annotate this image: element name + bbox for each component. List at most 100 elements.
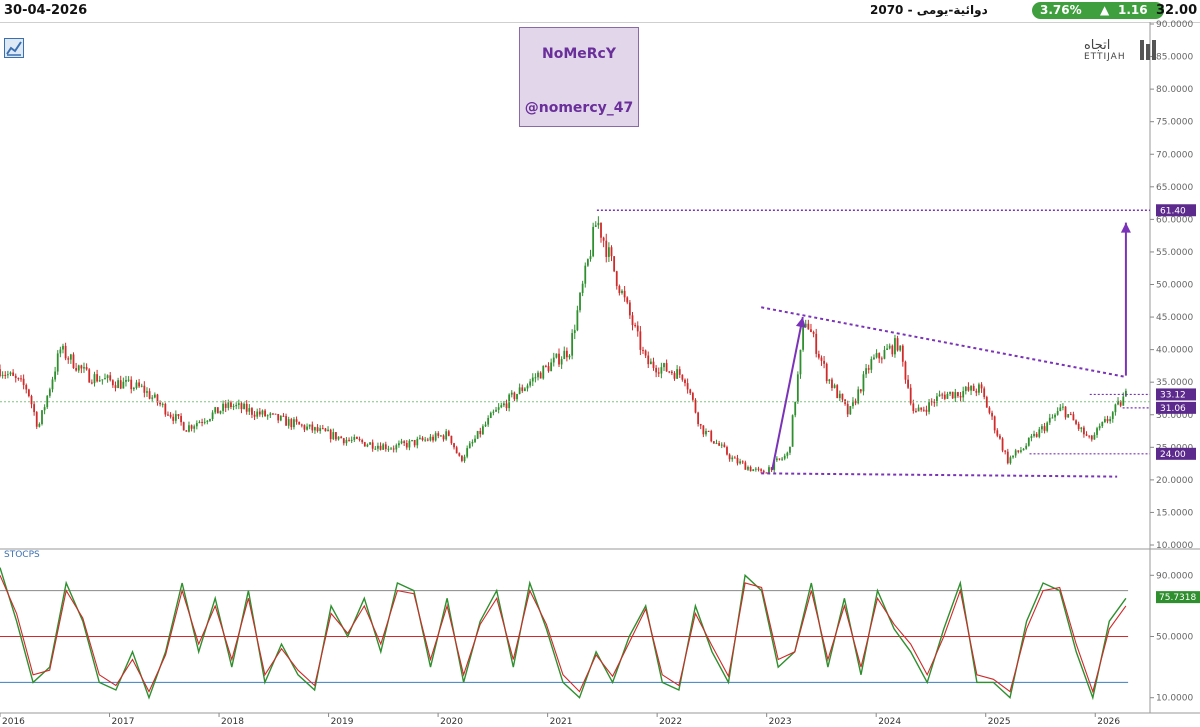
candle-body: [862, 374, 865, 392]
candle-body: [361, 440, 364, 443]
x-tick-label: 2021: [550, 717, 573, 727]
candle-body: [778, 458, 781, 460]
candle-body: [1085, 434, 1088, 436]
candle-body: [64, 345, 67, 359]
candle-body: [151, 397, 154, 399]
candle-body: [867, 368, 870, 370]
candle-body: [253, 414, 256, 417]
candle-body: [67, 358, 70, 360]
candle-body: [757, 468, 760, 470]
candle-body: [321, 428, 324, 430]
candle-body: [269, 413, 272, 416]
candle-body: [416, 438, 419, 446]
candle-body: [1096, 428, 1098, 435]
candle-body: [849, 406, 852, 415]
candle-body: [62, 345, 64, 350]
candle-body: [859, 389, 862, 392]
candle-body: [967, 386, 970, 391]
candle-body: [282, 415, 285, 417]
candle-body: [198, 421, 201, 424]
candle-body: [458, 453, 461, 456]
candle-body: [736, 457, 739, 464]
candle-body: [88, 369, 91, 383]
y-tick-label: 90.0000: [1156, 20, 1193, 30]
candle-body: [369, 442, 371, 445]
candle-body: [363, 442, 366, 447]
candle-body: [838, 393, 841, 399]
candle-body: [135, 382, 138, 388]
candle-body: [38, 423, 41, 427]
candle-body: [657, 372, 660, 374]
candle-body: [272, 413, 274, 415]
candle-body: [4, 374, 7, 376]
candle-body: [495, 409, 497, 412]
candle-body: [216, 407, 219, 414]
candle-body: [552, 357, 555, 363]
candle-body: [1069, 414, 1072, 416]
candle-body: [573, 330, 576, 334]
candle-body: [1048, 417, 1051, 423]
stoch-y-tick-label: 50.0000: [1156, 633, 1193, 643]
candle-body: [1104, 419, 1106, 423]
candle-body: [117, 380, 120, 389]
candle-body: [1027, 437, 1030, 446]
candle-body: [132, 387, 135, 390]
candle-body: [707, 430, 710, 432]
candle-body: [111, 380, 114, 386]
candle-body: [623, 290, 626, 298]
candle-body: [314, 427, 316, 431]
candle-body: [0, 369, 1, 376]
candle-body: [109, 375, 112, 381]
candle-body: [319, 428, 322, 432]
candle-body: [1101, 422, 1104, 427]
candle-body: [1059, 407, 1062, 411]
candle-body: [660, 367, 663, 374]
candle-body: [739, 461, 742, 464]
candle-body: [807, 323, 810, 330]
candle-body: [768, 467, 770, 473]
chart-settings-icon[interactable]: [4, 38, 24, 58]
candle-body: [1090, 435, 1093, 440]
candle-body: [442, 435, 445, 440]
candle-body: [332, 432, 335, 440]
candle-body: [691, 393, 694, 400]
stoch-k-line: [0, 567, 1127, 701]
candle-body: [568, 355, 571, 358]
y-tick-label: 10.0000: [1156, 541, 1193, 551]
candle-body: [1083, 427, 1085, 435]
candle-body: [639, 331, 642, 350]
candle-body: [30, 396, 33, 405]
x-tick-label: 2020: [440, 717, 463, 727]
candle-body: [379, 445, 382, 450]
candle-body: [558, 353, 560, 365]
candle-body: [54, 371, 57, 380]
candle-body: [972, 385, 975, 391]
candle-body: [461, 455, 463, 461]
y-tick-label: 80.0000: [1156, 85, 1193, 95]
y-tick-label: 65.0000: [1156, 183, 1193, 193]
candle-body: [563, 350, 566, 360]
candle-body: [817, 353, 820, 358]
y-tick-label: 15.0000: [1156, 508, 1193, 518]
candle-body: [122, 381, 125, 389]
candle-body: [857, 389, 860, 404]
candle-body: [689, 389, 692, 394]
y-tick-label: 55.0000: [1156, 248, 1193, 258]
candle-body: [497, 407, 500, 410]
candle-body: [938, 394, 941, 397]
candle-body: [720, 444, 723, 446]
candle-body: [211, 412, 214, 420]
candle-body: [815, 333, 818, 354]
candle-body: [607, 247, 610, 257]
candle-body: [565, 350, 568, 358]
candle-body: [161, 403, 164, 405]
candle-body: [164, 403, 167, 415]
candle-body: [14, 375, 17, 379]
candle-body: [715, 443, 718, 445]
candle-body: [398, 443, 400, 446]
candle-body: [933, 402, 936, 404]
candle-body: [434, 433, 437, 441]
candle-body: [1043, 426, 1046, 431]
candle-body: [114, 385, 117, 389]
candle-body: [684, 379, 686, 384]
